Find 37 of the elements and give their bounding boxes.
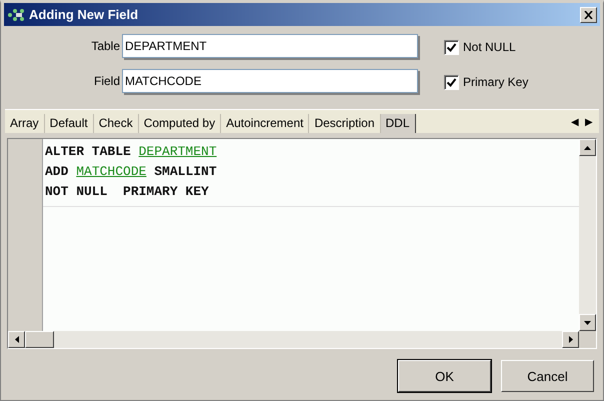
close-icon (584, 10, 593, 18)
dialog-button[interactable]: Cancel (501, 360, 594, 392)
up-triangle-icon (584, 146, 591, 150)
tab-scroll-button[interactable]: ▶ (585, 116, 593, 128)
code-line: NOT NULL PRIMARY KEY (45, 183, 210, 201)
down-triangle-icon (584, 320, 591, 324)
left-triangle-icon (14, 336, 18, 343)
window-title: Adding New Field (29, 7, 140, 22)
right-triangle-icon (568, 336, 572, 343)
code-line: ALTER TABLE DEPARTMENT (45, 143, 218, 161)
field-label: Table (90, 39, 121, 53)
vertical-scrollbar[interactable] (579, 139, 596, 331)
checkbox-label: Not NULL (463, 40, 516, 54)
close-button[interactable] (580, 6, 597, 22)
horizontal-scrollbar[interactable] (8, 331, 579, 348)
scroll-right-button[interactable] (562, 331, 579, 348)
scroll-left-button[interactable] (8, 331, 25, 348)
dialog-button[interactable]: OK (398, 360, 491, 392)
scroll-thumb[interactable] (25, 331, 54, 348)
code-line: ADD MATCHCODE SMALLINT (45, 163, 218, 181)
checkbox[interactable] (444, 74, 459, 90)
tab-scroll-button[interactable]: ◀ (571, 116, 579, 128)
checkbox-label: Primary Key (463, 75, 528, 89)
dots-icon (7, 8, 25, 22)
scroll-down-button[interactable] (579, 314, 596, 331)
tab[interactable]: Default (44, 114, 94, 133)
tab[interactable]: DDL (380, 114, 416, 133)
tab[interactable]: Autoincrement (221, 114, 310, 133)
code-editor[interactable]: ALTER TABLE DEPARTMENT ADD MATCHCODE SMALLINT NOT NULL PRIMARY KEY (7, 138, 597, 349)
tab[interactable]: Check (94, 114, 139, 133)
tab[interactable]: Computed by (138, 114, 222, 133)
input-field[interactable]: MATCHCODE (122, 69, 418, 93)
scroll-up-button[interactable] (579, 139, 596, 156)
field-label: Field (92, 74, 121, 88)
tab[interactable]: Array (5, 114, 45, 133)
checkbox[interactable] (444, 40, 459, 54)
input-field[interactable]: DEPARTMENT (122, 34, 418, 58)
